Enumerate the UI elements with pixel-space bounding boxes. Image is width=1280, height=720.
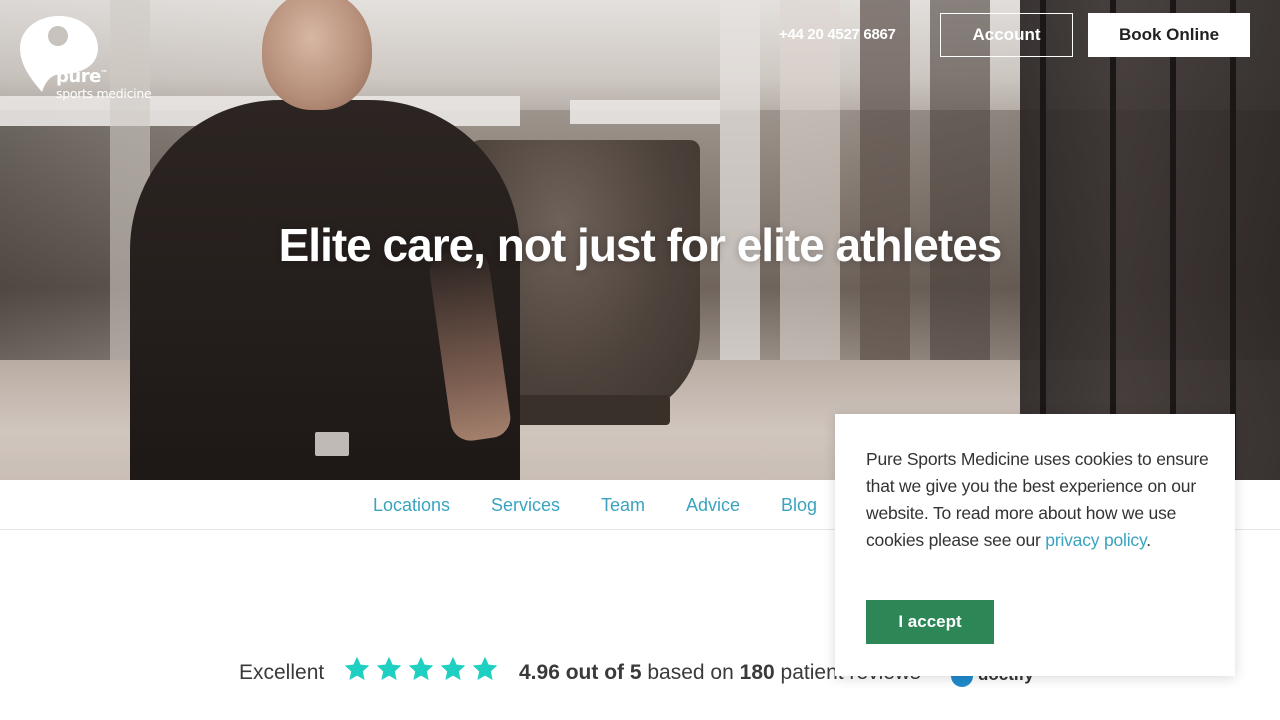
hero-title: Elite care, not just for elite athletes [278,219,1003,271]
nav-item-team[interactable]: Team [601,495,645,516]
phone-number[interactable]: +44 20 4527 6867 [779,26,896,43]
hero-person-belt [315,432,349,456]
nav-item-locations[interactable]: Locations [373,495,450,516]
star-icon [344,656,370,680]
nav-item-blog[interactable]: Blog [781,495,817,516]
logo-word: pure™ [56,66,108,87]
nav-item-services[interactable]: Services [491,495,560,516]
book-online-button[interactable]: Book Online [1088,13,1250,57]
hero-beam [570,100,720,124]
nav-item-advice[interactable]: Advice [686,495,740,516]
star-icon [440,656,466,680]
star-icon [376,656,402,680]
cookie-banner: Pure Sports Medicine uses cookies to ens… [835,414,1235,676]
hero-person-head [262,0,372,110]
star-icon [472,656,498,680]
hero-planter-base [500,395,670,425]
rating-stars [343,655,499,683]
hero-banner: pure™ sports medicine +44 20 4527 6867 A… [0,0,1280,480]
cookie-message: Pure Sports Medicine uses cookies to ens… [866,449,1209,550]
star-icon [408,656,434,680]
logo-subtitle: sports medicine [56,86,152,101]
rating-word: Excellent [239,661,325,684]
privacy-policy-link[interactable]: privacy policy [1045,530,1146,550]
account-button[interactable]: Account [940,13,1073,57]
accept-cookies-button[interactable]: I accept [866,600,994,644]
site-logo[interactable]: pure™ sports medicine [18,14,168,106]
